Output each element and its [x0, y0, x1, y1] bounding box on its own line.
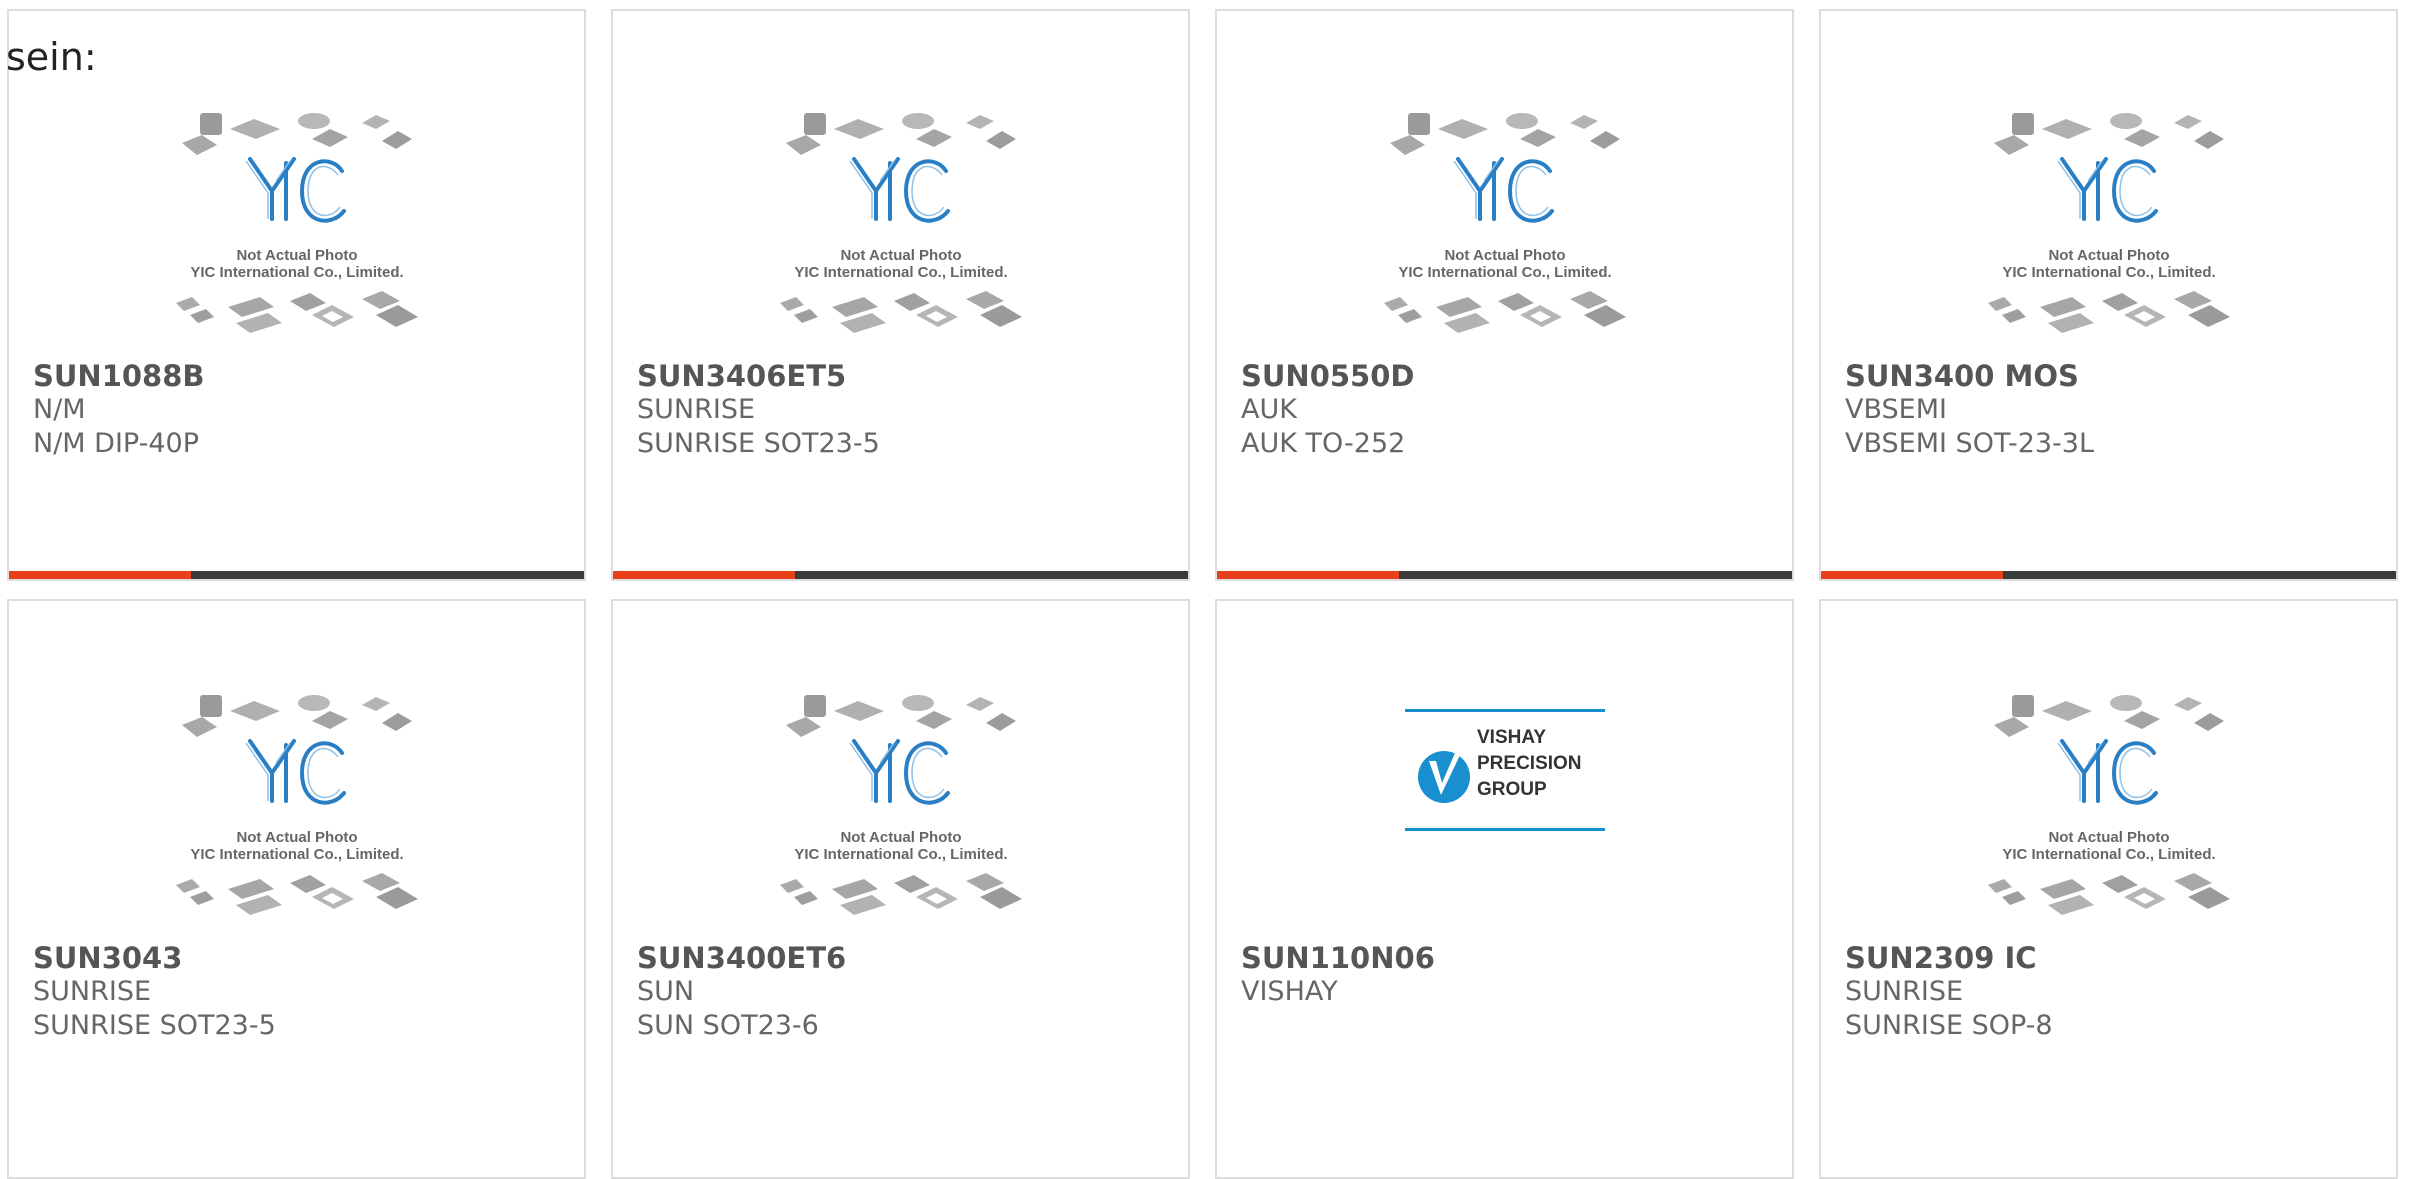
svg-text:Not Actual Photo: Not Actual Photo: [2048, 247, 2169, 264]
product-image: Not Actual Photo YIC International Co., L…: [613, 101, 1188, 351]
product-card[interactable]: Not Actual Photo YIC International Co., L…: [1819, 9, 2398, 581]
product-card[interactable]: Not Actual Photo YIC International Co., L…: [7, 9, 586, 581]
svg-text:YIC International Co., Limited: YIC International Co., Limited.: [2002, 264, 2215, 281]
product-image: Not Actual Photo YIC International Co., L…: [1821, 683, 2396, 933]
part-number[interactable]: SUN3043: [33, 941, 568, 975]
svg-text:YIC International Co., Limited: YIC International Co., Limited.: [1398, 264, 1611, 281]
svg-text:GROUP: GROUP: [1477, 779, 1547, 800]
svg-text:Not Actual Photo: Not Actual Photo: [236, 829, 357, 846]
svg-text:YIC International Co., Limited: YIC International Co., Limited.: [794, 264, 1007, 281]
product-image: Not Actual Photo YIC International Co., L…: [613, 683, 1188, 933]
package: N/M DIP-40P: [33, 428, 199, 459]
brand: N/M: [33, 394, 86, 425]
card-bar: [9, 571, 584, 579]
brand: SUN: [637, 976, 695, 1007]
yic-placeholder-image: Not Actual PhotoYIC International Co., L…: [1985, 111, 2232, 335]
svg-text:PRECISION: PRECISION: [1477, 753, 1582, 774]
card-bar: [1821, 571, 2396, 579]
product-card[interactable]: Not Actual Photo YIC International Co., L…: [1819, 599, 2398, 1179]
vishay-logo: VISHAY PRECISION GROUP: [1404, 709, 1605, 831]
svg-text:Not Actual Photo: Not Actual Photo: [1444, 247, 1565, 264]
svg-text:Not Actual Photo: Not Actual Photo: [2048, 829, 2169, 846]
product-image: Not Actual Photo YIC International Co., L…: [9, 683, 584, 933]
product-image: Not Actual Photo YIC International Co., L…: [9, 101, 584, 351]
package: SUNRISE SOT23-5: [637, 428, 880, 459]
yic-placeholder-image: Not Actual PhotoYIC International Co., L…: [777, 111, 1024, 335]
product-image: Not Actual Photo YIC International Co., L…: [1217, 101, 1792, 351]
card-bar: [613, 571, 1188, 579]
product-card[interactable]: VISHAY PRECISION GROUP SUN110N06 VISHAY: [1215, 599, 1794, 1179]
brand: AUK: [1241, 394, 1297, 425]
svg-text:Not Actual Photo: Not Actual Photo: [840, 829, 961, 846]
product-card[interactable]: Not Actual Photo YIC International Co., L…: [611, 9, 1190, 581]
svg-text:YIC International Co., Limited: YIC International Co., Limited.: [2002, 846, 2215, 863]
yic-placeholder-image: Not Actual PhotoYIC International Co., L…: [173, 693, 420, 917]
yic-placeholder-image: Not Actual PhotoYIC International Co., L…: [1985, 693, 2232, 917]
svg-text:Not Actual Photo: Not Actual Photo: [840, 247, 961, 264]
yic-placeholder-image: Not Actual PhotoYIC International Co., L…: [777, 693, 1024, 917]
part-number[interactable]: SUN2309 IC: [1845, 941, 2380, 975]
brand: VISHAY: [1241, 976, 1338, 1007]
product-card[interactable]: Not Actual Photo YIC International Co., L…: [1215, 9, 1794, 581]
package: VBSEMI SOT-23-3L: [1845, 428, 2095, 459]
svg-text:YIC International Co., Limited: YIC International Co., Limited.: [190, 264, 403, 281]
product-image: VISHAY PRECISION GROUP: [1217, 683, 1792, 933]
brand: SUNRISE: [637, 394, 756, 425]
product-card[interactable]: Not Actual Photo YIC International Co., L…: [611, 599, 1190, 1179]
svg-text:YIC International Co., Limited: YIC International Co., Limited.: [190, 846, 403, 863]
intro-text: sein:: [6, 35, 97, 79]
product-image: Not Actual Photo YIC International Co., L…: [1821, 101, 2396, 351]
package: SUNRISE SOT23-5: [33, 1010, 276, 1041]
yic-placeholder-image: Not Actual PhotoYIC International Co., L…: [173, 111, 420, 335]
part-number[interactable]: SUN3400 MOS: [1845, 359, 2380, 393]
card-bar: [1217, 571, 1792, 579]
svg-text:Not Actual Photo: Not Actual Photo: [236, 247, 357, 264]
product-grid: Not Actual Photo YIC International Co., L…: [0, 0, 2410, 1179]
package: SUNRISE SOP-8: [1845, 1010, 2053, 1041]
part-number[interactable]: SUN3400ET6: [637, 941, 1172, 975]
svg-text:YIC International Co., Limited: YIC International Co., Limited.: [794, 846, 1007, 863]
yic-placeholder-image: Not Actual PhotoYIC International Co., L…: [1381, 111, 1628, 335]
part-number[interactable]: SUN110N06: [1241, 941, 1776, 975]
brand: SUNRISE: [33, 976, 152, 1007]
svg-text:VISHAY: VISHAY: [1477, 727, 1546, 748]
brand: VBSEMI: [1845, 394, 1947, 425]
brand: SUNRISE: [1845, 976, 1964, 1007]
part-number[interactable]: SUN3406ET5: [637, 359, 1172, 393]
product-card[interactable]: Not Actual Photo YIC International Co., L…: [7, 599, 586, 1179]
package: AUK TO-252: [1241, 428, 1406, 459]
package: SUN SOT23-6: [637, 1010, 819, 1041]
part-number[interactable]: SUN1088B: [33, 359, 568, 393]
part-number[interactable]: SUN0550D: [1241, 359, 1776, 393]
